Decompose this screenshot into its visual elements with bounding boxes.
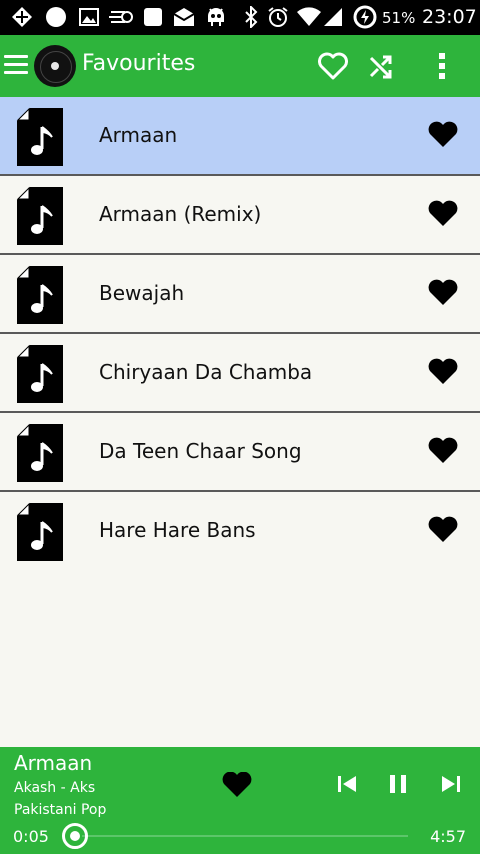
battery-charging-icon: [352, 5, 378, 29]
skip-next-icon[interactable]: [438, 771, 464, 797]
total-time: 4:57: [430, 827, 466, 846]
circle-notification-icon: [44, 6, 68, 28]
clock: 23:07: [422, 6, 477, 28]
current-time: 0:05: [13, 827, 49, 846]
app-bar: Favourites: [0, 35, 480, 97]
song-title: Armaan: [99, 123, 178, 147]
heart-filled-icon[interactable]: [428, 200, 460, 230]
wifi-icon: [296, 6, 322, 28]
music-file-icon: [16, 502, 64, 562]
vinyl-record-icon: [34, 45, 76, 87]
seek-track[interactable]: [82, 835, 408, 837]
music-file-icon: [16, 107, 64, 167]
skip-previous-icon[interactable]: [334, 771, 360, 797]
page-title: Favourites: [82, 51, 196, 76]
song-row[interactable]: Armaan: [0, 97, 480, 176]
song-row[interactable]: Bewajah: [0, 255, 480, 334]
music-file-icon: [16, 423, 64, 483]
heart-filled-icon[interactable]: [428, 516, 460, 546]
song-title: Armaan (Remix): [99, 202, 262, 226]
heart-filled-icon[interactable]: [220, 770, 254, 800]
song-row[interactable]: Armaan (Remix): [0, 176, 480, 255]
drive-notification-icon: [108, 6, 134, 28]
more-vert-icon[interactable]: [424, 49, 460, 83]
hamburger-icon[interactable]: [4, 55, 30, 77]
music-file-icon: [16, 344, 64, 404]
android-debug-icon: [204, 6, 228, 28]
bluetooth-icon: [242, 6, 260, 28]
song-row[interactable]: Hare Hare Bans: [0, 492, 480, 571]
heart-outline-icon[interactable]: [316, 49, 350, 83]
pause-icon[interactable]: [384, 771, 412, 797]
song-title: Hare Hare Bans: [99, 518, 256, 542]
image-notification-icon: [78, 6, 100, 28]
heart-filled-icon[interactable]: [428, 437, 460, 467]
heart-filled-icon[interactable]: [428, 358, 460, 388]
alarm-icon: [266, 6, 290, 28]
song-row[interactable]: Da Teen Chaar Song: [0, 413, 480, 492]
battery-percent: 51%: [382, 9, 416, 27]
song-title: Da Teen Chaar Song: [99, 439, 302, 463]
shuffle-icon[interactable]: [364, 49, 398, 83]
song-list: Armaan Armaan (Remix) Bewajah Chiryaan Da C…: [0, 97, 480, 571]
now-playing-genre: Pakistani Pop: [14, 802, 107, 818]
now-playing-bar[interactable]: Armaan Akash - Aks Pakistani Pop 0:05 4:…: [0, 747, 480, 854]
signal-icon: [322, 6, 344, 28]
status-bar: 51% 23:07: [0, 0, 480, 35]
song-title: Bewajah: [99, 281, 185, 305]
square-notification-icon: [142, 6, 164, 28]
song-title: Chiryaan Da Chamba: [99, 360, 313, 384]
mail-icon: [172, 6, 196, 28]
seek-thumb[interactable]: [61, 823, 88, 849]
song-row[interactable]: Chiryaan Da Chamba: [0, 334, 480, 413]
heart-filled-icon[interactable]: [428, 121, 460, 151]
now-playing-title: Armaan: [14, 751, 93, 775]
navigation-diamond-icon: [10, 6, 34, 28]
music-file-icon: [16, 186, 64, 246]
heart-filled-icon[interactable]: [428, 279, 460, 309]
now-playing-artist: Akash - Aks: [14, 780, 96, 796]
seek-bar[interactable]: [54, 821, 414, 851]
music-file-icon: [16, 265, 64, 325]
